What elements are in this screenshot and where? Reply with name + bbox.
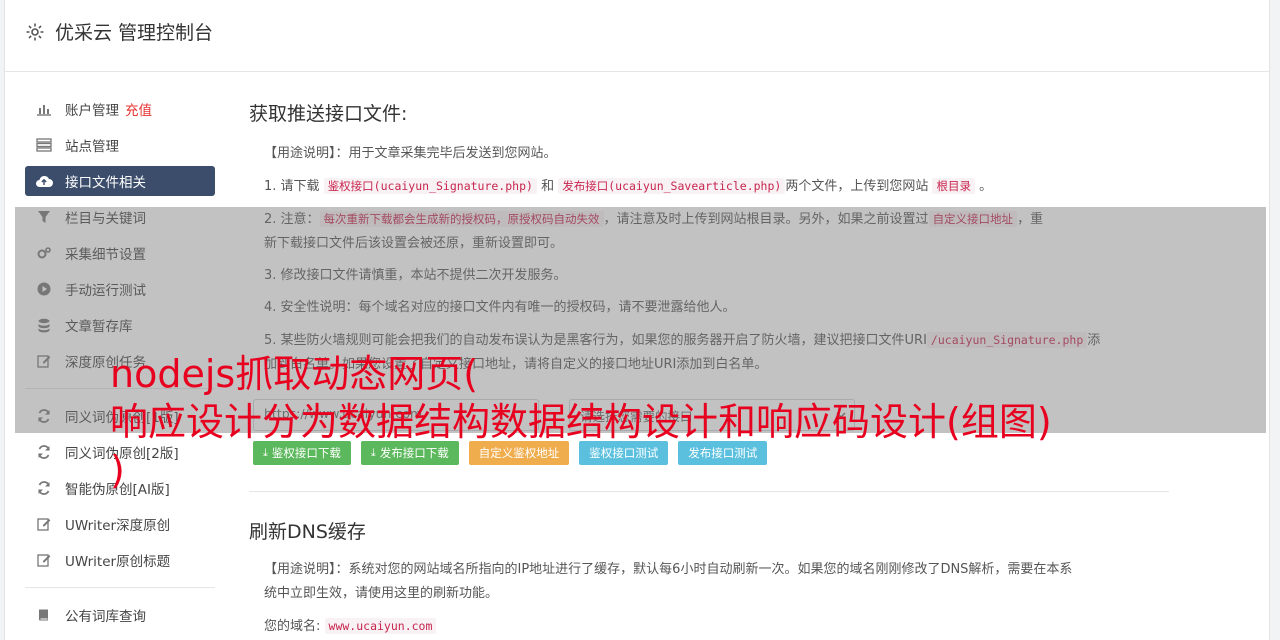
sidebar-item-label: 公有词库查询: [65, 609, 146, 625]
edit-icon: [35, 552, 53, 568]
sidebar-item-label: UWriter原创标题: [65, 554, 171, 570]
text: 和: [541, 179, 555, 194]
sidebar-item-uwriter-deep[interactable]: UWriter深度原创: [25, 509, 215, 539]
sidebar-divider: [25, 587, 215, 588]
dns-usage-note: 【用途说明】：系统对您的网站域名所指向的IP地址进行了缓存，默认每6小时自动刷新…: [249, 558, 1169, 606]
domain-label: 您的域名:: [264, 619, 321, 634]
refresh-icon: [35, 480, 53, 496]
sidebar-item-uwriter-title[interactable]: UWriter原创标题: [25, 545, 215, 575]
sidebar-item-public-lexicon[interactable]: 公有词库查询: [25, 600, 215, 630]
text: 。: [979, 179, 993, 194]
watermark-line-1: nodejs抓取动态网页(: [110, 352, 479, 396]
instruction-1: 1. 请下载 鉴权接口(ucaiyun_Signature.php) 和 发布接…: [249, 174, 1169, 199]
code-root-dir: 根目录: [932, 178, 975, 194]
text: 1. 请下载: [264, 179, 320, 194]
gear-icon[interactable]: [25, 22, 45, 42]
sidebar-item-sites[interactable]: 站点管理: [25, 130, 215, 160]
top-bar: 优采云 管理控制台: [5, 0, 1269, 72]
book-icon: [35, 607, 53, 623]
sidebar-item-label: 账户管理: [65, 103, 119, 119]
cloud-upload-icon: [35, 173, 53, 189]
bar-chart-icon: [35, 101, 53, 117]
usage-note: 【用途说明】：用于文章采集完毕后发送到您网站。: [264, 146, 557, 161]
server-icon: [35, 137, 53, 153]
text: 【用途说明】：系统对您的网站域名所指向的IP地址进行了缓存，默认每6小时自动刷新…: [264, 562, 1073, 577]
code-signature-file: 鉴权接口(ucaiyun_Signature.php): [323, 178, 537, 194]
section-title-dns: 刷新DNS缓存: [249, 521, 366, 543]
recharge-link[interactable]: 充值: [125, 99, 152, 119]
text: 统中立即生效，请使用这里的刷新功能。: [264, 586, 499, 601]
section-title-interface-files: 获取推送接口文件:: [249, 103, 408, 125]
domain-value: www.ucaiyun.com: [324, 618, 437, 634]
watermark-line-3: ): [110, 448, 125, 492]
app-title: 优采云 管理控制台: [55, 22, 214, 44]
watermark-headline: nodejs抓取动态网页( 响应设计分为数据结构数据结构设计和响应码设计(组图)…: [110, 350, 1210, 494]
edit-icon: [35, 516, 53, 532]
sidebar-item-label: UWriter深度原创: [65, 518, 171, 534]
watermark-line-2: 响应设计分为数据结构数据结构设计和响应码设计(组图): [110, 400, 1052, 444]
sidebar-item-label: 接口文件相关: [65, 175, 146, 191]
sidebar-item-account[interactable]: 账户管理 充值: [25, 94, 215, 124]
refresh-icon: [35, 444, 53, 460]
code-savearticle-file: 发布接口(ucaiyun_Savearticle.php): [558, 178, 786, 194]
domain-row: 您的域名: www.ucaiyun.com: [249, 614, 1169, 639]
text: 两个文件，上传到您网站: [785, 179, 929, 194]
sidebar-item-interface-files[interactable]: 接口文件相关: [25, 166, 215, 196]
sidebar-item-label: 站点管理: [65, 139, 119, 155]
